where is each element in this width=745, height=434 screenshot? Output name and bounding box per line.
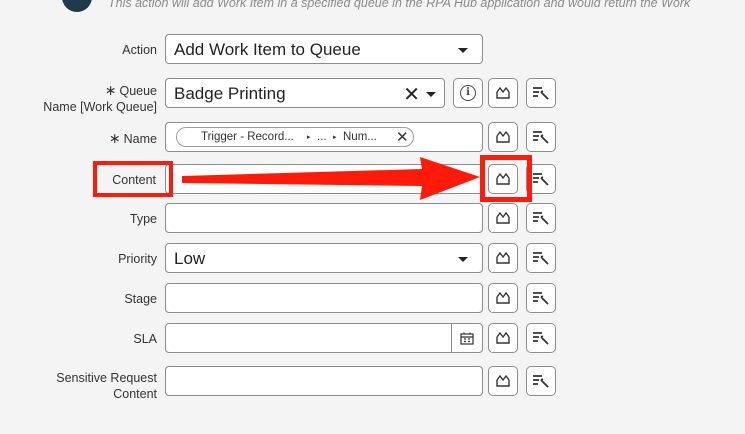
arrow-shape bbox=[182, 157, 480, 200]
annotation-arrow bbox=[182, 157, 480, 200]
